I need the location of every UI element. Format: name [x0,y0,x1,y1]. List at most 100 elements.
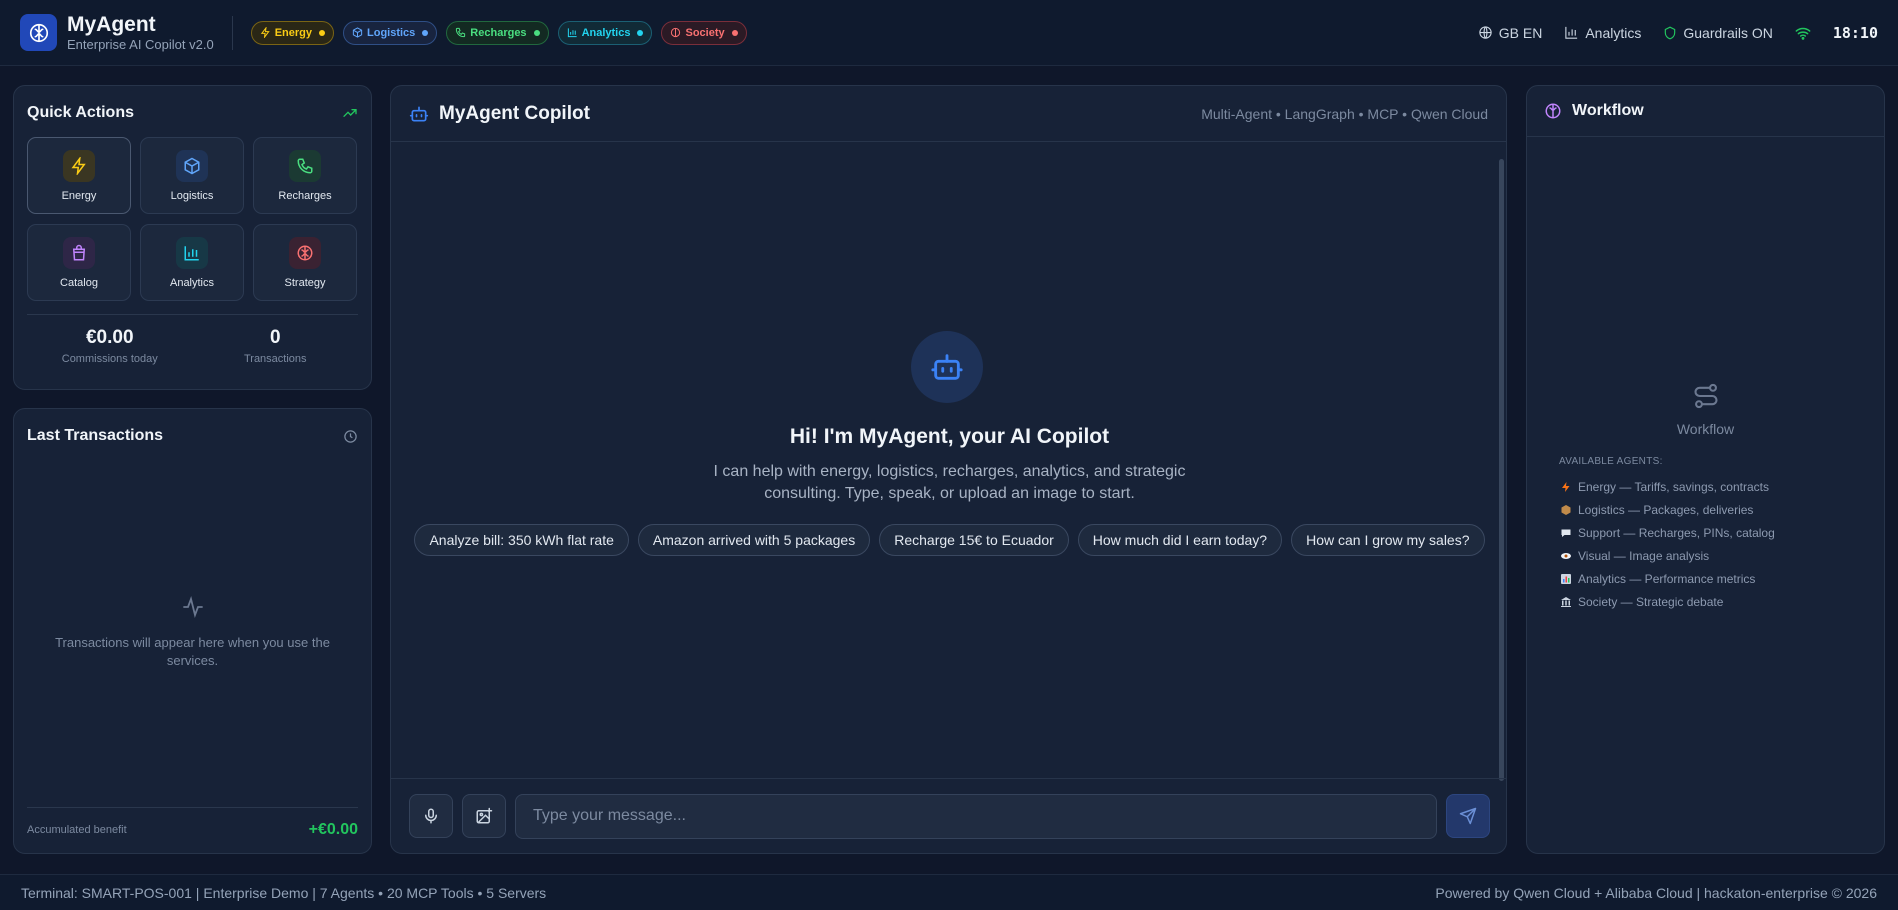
language-selector[interactable]: GB EN [1478,24,1543,41]
box-icon [184,157,200,174]
bar-chart-icon [567,28,577,38]
workflow-placeholder-label: Workflow [1676,421,1735,437]
header-divider [231,15,233,50]
quick-action-catalog[interactable]: Catalog [27,224,131,301]
chip-logistics[interactable]: Logistics [343,20,438,45]
bag-icon [72,244,86,260]
brain-icon [297,245,313,260]
suggestion-chip[interactable]: Analyze bill: 350 kWh flat rate [414,524,629,556]
chip-recharges[interactable]: Recharges [446,20,549,45]
chat-input-bar [391,778,1506,853]
status-footer: Terminal: SMART-POS-001 | Enterprise Dem… [0,874,1898,910]
quick-action-label: Catalog [60,276,98,289]
transactions-value: 0 [269,327,281,348]
phone-icon [297,158,313,174]
transactions-empty-state: Transactions will appear here when you u… [14,595,371,670]
footer-credits: Powered by Qwen Cloud + Alibaba Cloud | … [1435,884,1877,901]
benefit-label: Accumulated benefit [27,824,127,836]
footer-terminal-info: Terminal: SMART-POS-001 | Enterprise Dem… [21,884,547,901]
route-icon [1693,383,1718,409]
send-icon [1459,807,1477,825]
globe-icon [1479,26,1492,39]
quick-action-label: Recharges [278,189,332,202]
chat-messages[interactable]: Hi! I'm MyAgent, your AI Copilot I can h… [391,143,1506,781]
agent-item: Society — Strategic debate [1559,590,1775,613]
chat-meta: Multi-Agent • LangGraph • MCP • Qwen Clo… [1201,105,1488,122]
divider [27,314,358,315]
agent-item: Visual — Image analysis [1559,544,1775,567]
quick-actions-title: Quick Actions [27,104,134,121]
bar-chart-icon [1559,572,1572,585]
agent-label: Energy — Tariffs, savings, contracts [1578,479,1769,494]
suggestion-list: Analyze bill: 350 kWh flat rate Amazon a… [391,524,1506,556]
chip-energy[interactable]: Energy [250,20,334,45]
empty-state-text: Transactions will appear here when you u… [55,635,330,668]
image-plus-icon [476,807,493,824]
status-dot [637,29,644,36]
commissions-stat: €0.00 Commissions today [27,325,193,365]
status-dot [422,29,429,36]
agent-label: Analytics — Performance metrics [1578,571,1756,586]
agent-label: Society — Strategic debate [1578,594,1724,609]
benefit-value: +€0.00 [308,821,358,838]
microphone-icon [425,808,437,824]
chip-label: Logistics [367,26,416,39]
brand-subtitle: Enterprise AI Copilot v2.0 [67,36,214,52]
agent-label: Logistics — Packages, deliveries [1578,502,1754,517]
chip-label: Society [685,26,725,39]
brain-icon [29,23,48,42]
scrollbar[interactable] [1499,159,1504,781]
agent-item: Support — Recharges, PINs, catalog [1559,521,1775,544]
brand-title: MyAgent [67,12,156,36]
quick-action-label: Strategy [284,276,326,289]
speech-bubble-icon [1559,526,1572,539]
agent-item: Logistics — Packages, deliveries [1559,498,1775,521]
language-label: GB EN [1498,24,1543,41]
quick-action-logistics[interactable]: Logistics [140,137,244,214]
bot-icon [931,354,963,380]
send-button[interactable] [1446,794,1490,838]
analytics-link[interactable]: Analytics [1564,25,1641,41]
quick-action-strategy[interactable]: Strategy [253,224,357,301]
clock: 18:10 [1832,23,1878,42]
suggestion-chip[interactable]: How can I grow my sales? [1291,524,1485,556]
guardrails-label: Guardrails ON [1683,24,1773,41]
quick-action-label: Logistics [170,189,214,202]
clock-icon [344,429,357,443]
welcome-title: Hi! I'm MyAgent, your AI Copilot [789,425,1110,448]
welcome-text: I can help with energy, logistics, recha… [713,463,1186,502]
brain-icon [671,27,681,38]
bar-chart-icon [1565,26,1578,39]
classical-building-icon [1559,595,1572,608]
eye-icon [1559,549,1572,562]
workflow-title: Workflow [1572,102,1644,119]
workflow-panel: Workflow Workflow AVAILABLE AGENTS: Ener… [1526,85,1885,854]
suggestion-chip[interactable]: Recharge 15€ to Ecuador [879,524,1069,556]
upload-image-button[interactable] [462,794,506,838]
chip-society[interactable]: Society [661,20,747,45]
message-input[interactable] [515,793,1437,839]
transactions-stat: 0 Transactions [193,325,359,365]
commissions-label: Commissions today [61,353,158,365]
box-icon [352,27,363,38]
app-logo [20,14,57,51]
quick-action-energy[interactable]: Energy [27,137,131,214]
chat-panel: MyAgent Copilot Multi-Agent • LangGraph … [390,85,1507,854]
microphone-button[interactable] [409,794,453,838]
bolt-icon [1559,480,1572,493]
workflow-placeholder: Workflow [1527,382,1884,437]
chip-label: Analytics [581,26,631,39]
phone-icon [456,27,466,38]
bot-icon [409,106,429,121]
guardrails-status: Guardrails ON [1663,24,1773,41]
chip-analytics[interactable]: Analytics [557,20,653,45]
welcome-avatar [911,331,983,403]
agent-label: Support — Recharges, PINs, catalog [1578,525,1775,540]
quick-action-recharges[interactable]: Recharges [253,137,357,214]
trending-up-icon [343,109,357,117]
suggestion-chip[interactable]: Amazon arrived with 5 packages [637,524,871,556]
bar-chart-icon [184,245,199,260]
quick-action-label: Analytics [169,276,215,289]
suggestion-chip[interactable]: How much did I earn today? [1077,524,1283,556]
quick-action-analytics[interactable]: Analytics [140,224,244,301]
